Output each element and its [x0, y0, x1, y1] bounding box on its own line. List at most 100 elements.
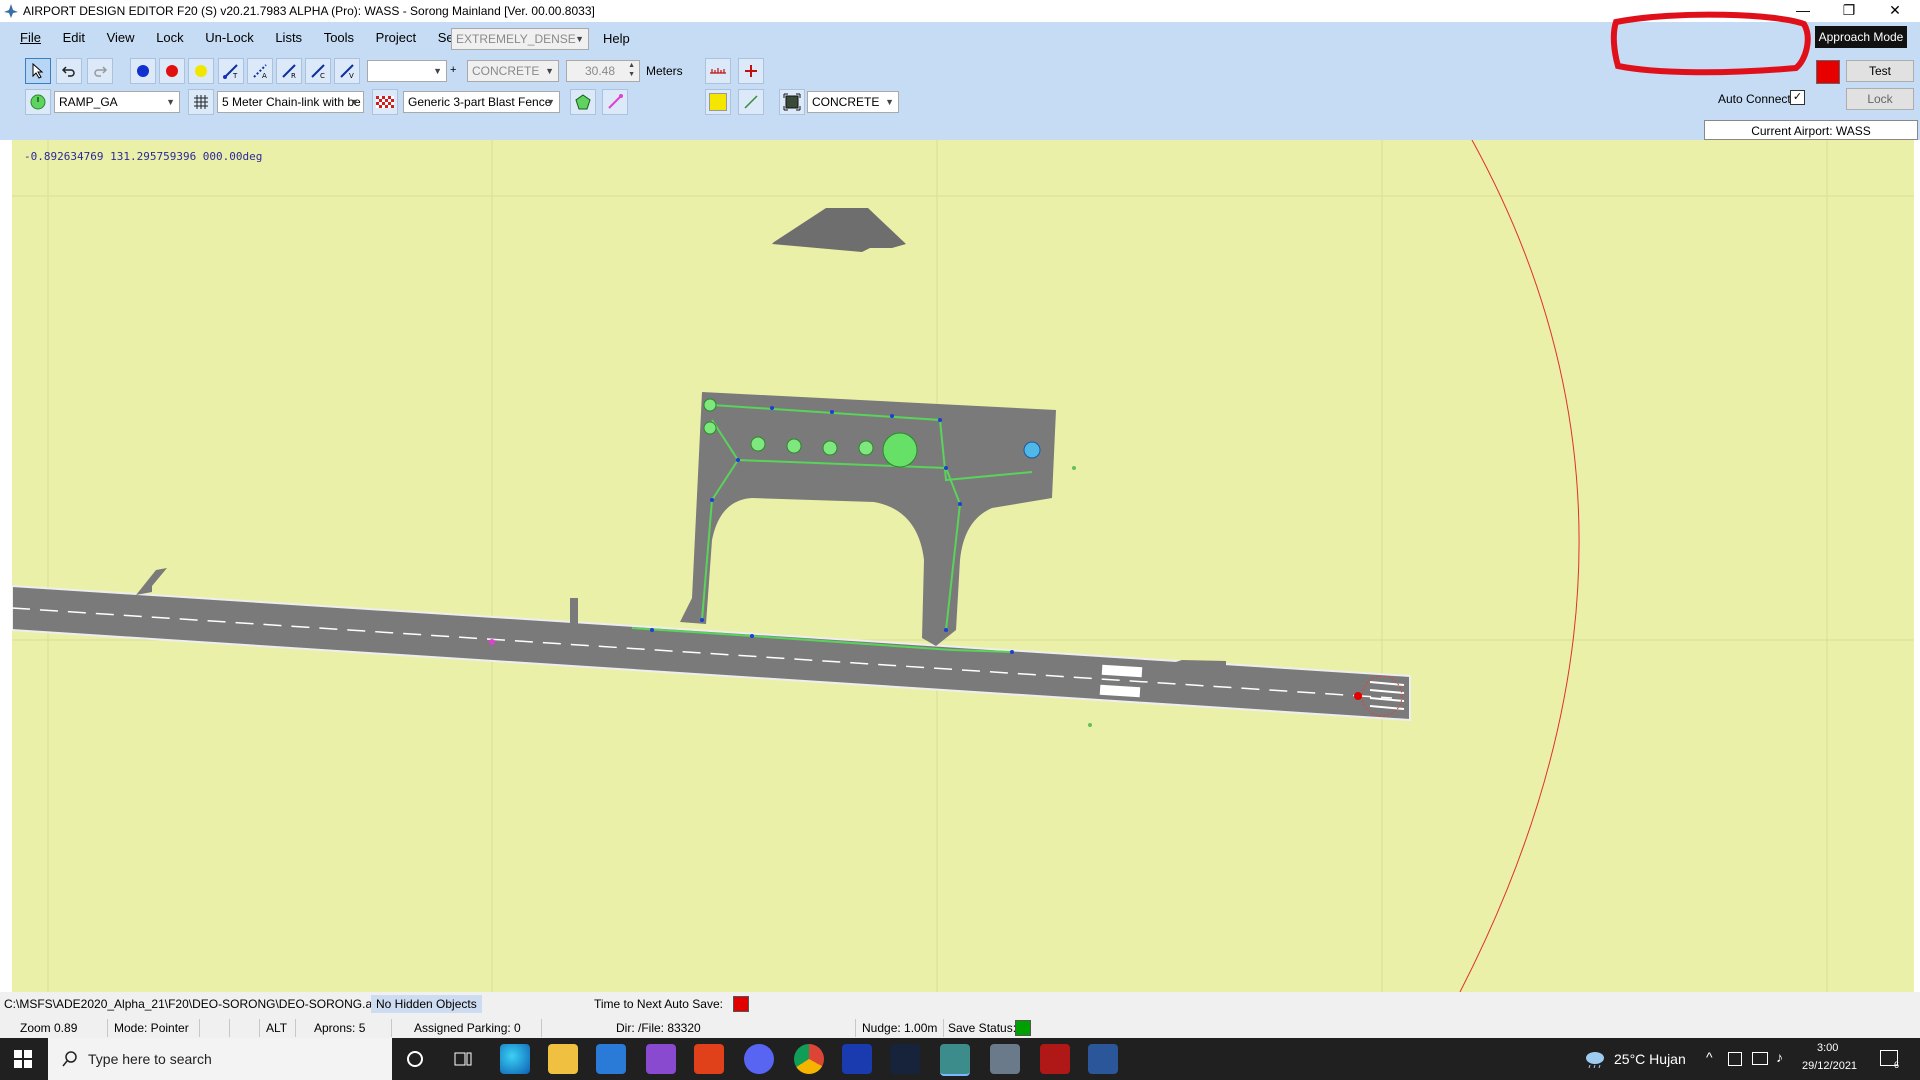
menu-file[interactable]: File [20, 30, 41, 45]
network-icon[interactable] [1752, 1052, 1768, 1065]
taxiway-stub[interactable] [570, 598, 578, 624]
word-icon[interactable] [1088, 1044, 1118, 1074]
mail-icon[interactable] [596, 1044, 626, 1074]
undo-button[interactable] [56, 58, 82, 84]
density-select[interactable]: EXTREMELY_DENSE ▼ [451, 28, 589, 50]
chevron-up-icon[interactable]: ^ [1706, 1049, 1713, 1065]
flight-app-icon[interactable] [842, 1044, 872, 1074]
tablet-icon[interactable] [1728, 1052, 1742, 1066]
weather-text[interactable]: 25°C Hujan [1614, 1051, 1686, 1067]
runway-start-point[interactable] [1354, 692, 1362, 700]
crosshair-tool-button[interactable] [738, 58, 764, 84]
menu-tools[interactable]: Tools [324, 30, 354, 45]
building-object[interactable] [772, 208, 906, 252]
cortana-icon[interactable] [406, 1050, 424, 1068]
surface-select-1-value: CONCRETE [472, 64, 540, 78]
redo-button[interactable] [87, 58, 113, 84]
taxiway-tool-button[interactable]: T [218, 58, 244, 84]
apron[interactable] [680, 392, 1056, 646]
save-status-indicator [1015, 1020, 1031, 1036]
lock-button[interactable]: Lock [1846, 88, 1914, 110]
line-draw-tool-button[interactable] [738, 89, 764, 115]
surface-select-2[interactable]: CONCRETE ▼ [807, 91, 899, 113]
vehicle-line-tool-button[interactable]: V [334, 58, 360, 84]
closed-line-tool-button[interactable]: C [305, 58, 331, 84]
menu-help[interactable]: Help [603, 31, 630, 46]
windows-start-icon[interactable] [14, 1050, 32, 1068]
fence-type-select[interactable]: 5 Meter Chain-link with be ▼ [217, 91, 364, 113]
volume-icon[interactable]: ♪ [1776, 1049, 1783, 1065]
svg-text:V: V [349, 72, 354, 80]
search-icon [62, 1051, 77, 1067]
nudge-status: Nudge: 1.00m [856, 1019, 944, 1037]
menu-unlock[interactable]: Un-Lock [205, 30, 253, 45]
menu-lists[interactable]: Lists [275, 30, 302, 45]
task-view-icon[interactable] [454, 1050, 472, 1068]
green-polygon-icon [575, 94, 591, 110]
apron-type-select[interactable]: RAMP_GA ▼ [54, 91, 180, 113]
test-button[interactable]: Test [1846, 60, 1914, 82]
clock-date[interactable]: 29/12/2021 [1802, 1060, 1857, 1072]
aprons-status: Aprons: 5 [308, 1019, 392, 1037]
simulator-icon[interactable] [990, 1044, 1020, 1074]
red-circle-icon [166, 65, 178, 77]
camera-app-icon[interactable] [646, 1044, 676, 1074]
svg-text:R: R [291, 72, 296, 80]
add-button[interactable]: + [450, 64, 456, 76]
dir-file-status: Dir: /File: 83320 [610, 1019, 856, 1037]
width-input[interactable]: 30.48 ▲ ▼ [566, 60, 640, 82]
color-swatch[interactable] [1816, 60, 1840, 84]
cmd-icon[interactable] [1040, 1044, 1070, 1074]
yellow-area-tool-button[interactable] [705, 89, 731, 115]
weather-rain-icon[interactable] [1584, 1050, 1606, 1068]
discord-icon[interactable] [744, 1044, 774, 1074]
pink-node[interactable] [489, 639, 495, 645]
autosave-indicator [733, 996, 749, 1012]
ruler-icon [710, 68, 726, 74]
pointer-tool-button[interactable] [25, 58, 51, 84]
taxi-line-v-icon: V [340, 64, 354, 80]
parking-status: Assigned Parking: 0 [408, 1019, 542, 1037]
blue-node-tool-button[interactable] [130, 58, 156, 84]
map-canvas[interactable]: -0.892634769 131.295759396 000.00deg [12, 140, 1914, 992]
yellow-circle-icon [195, 65, 207, 77]
apron-tool-button[interactable] [25, 89, 51, 115]
polygon-tool-button[interactable] [570, 89, 596, 115]
red-node-tool-button[interactable] [159, 58, 185, 84]
menu-view[interactable]: View [107, 30, 135, 45]
file-explorer-icon[interactable] [548, 1044, 578, 1074]
status-bar-top: C:\MSFS\ADE2020_Alpha_21\F20\DEO-SORONG\… [0, 992, 1920, 1016]
taskbar-search-box[interactable]: Type here to search [48, 1038, 392, 1080]
fence-tool-button[interactable] [188, 89, 214, 115]
menu-lock[interactable]: Lock [156, 30, 183, 45]
taxiway-stub[interactable] [136, 568, 167, 595]
auto-connect-checkbox[interactable]: ✓ [1790, 90, 1805, 105]
chrome-icon[interactable] [794, 1044, 824, 1074]
menu-edit[interactable]: Edit [63, 30, 85, 45]
surface-area-tool-button[interactable] [779, 89, 805, 115]
current-airport-label: Current Airport: WASS [1704, 120, 1918, 140]
airport-drawing[interactable]: -0.892634769 131.295759396 000.00deg [12, 140, 1914, 992]
steam-icon[interactable] [890, 1044, 920, 1074]
approach-mode-button[interactable]: Approach Mode [1815, 26, 1907, 48]
width-value: 30.48 [585, 64, 616, 78]
clock-time[interactable]: 3:00 [1817, 1042, 1838, 1054]
restore-button[interactable]: ❐ [1826, 0, 1872, 22]
yellow-node-tool-button[interactable] [188, 58, 214, 84]
blast-fence-tool-button[interactable] [372, 89, 398, 115]
measure-tool-button[interactable] [705, 58, 731, 84]
close-button[interactable]: ✕ [1872, 0, 1918, 22]
green-marker[interactable] [1088, 723, 1092, 727]
svg-text:A: A [262, 72, 267, 80]
ade-app-icon[interactable] [940, 1044, 970, 1076]
edge-icon[interactable] [500, 1044, 530, 1074]
office-icon[interactable] [694, 1044, 724, 1074]
blast-fence-select[interactable]: Generic 3-part Blast Fence ▼ [403, 91, 560, 113]
runway-line-tool-button[interactable]: R [276, 58, 302, 84]
green-marker[interactable] [1072, 466, 1076, 470]
surface-select-1[interactable]: CONCRETE ▼ [467, 60, 559, 82]
magic-line-tool-button[interactable] [602, 89, 628, 115]
line-type-select[interactable]: ▼ [367, 60, 447, 82]
apron-line-tool-button[interactable]: A [247, 58, 273, 84]
menu-project[interactable]: Project [376, 30, 416, 45]
